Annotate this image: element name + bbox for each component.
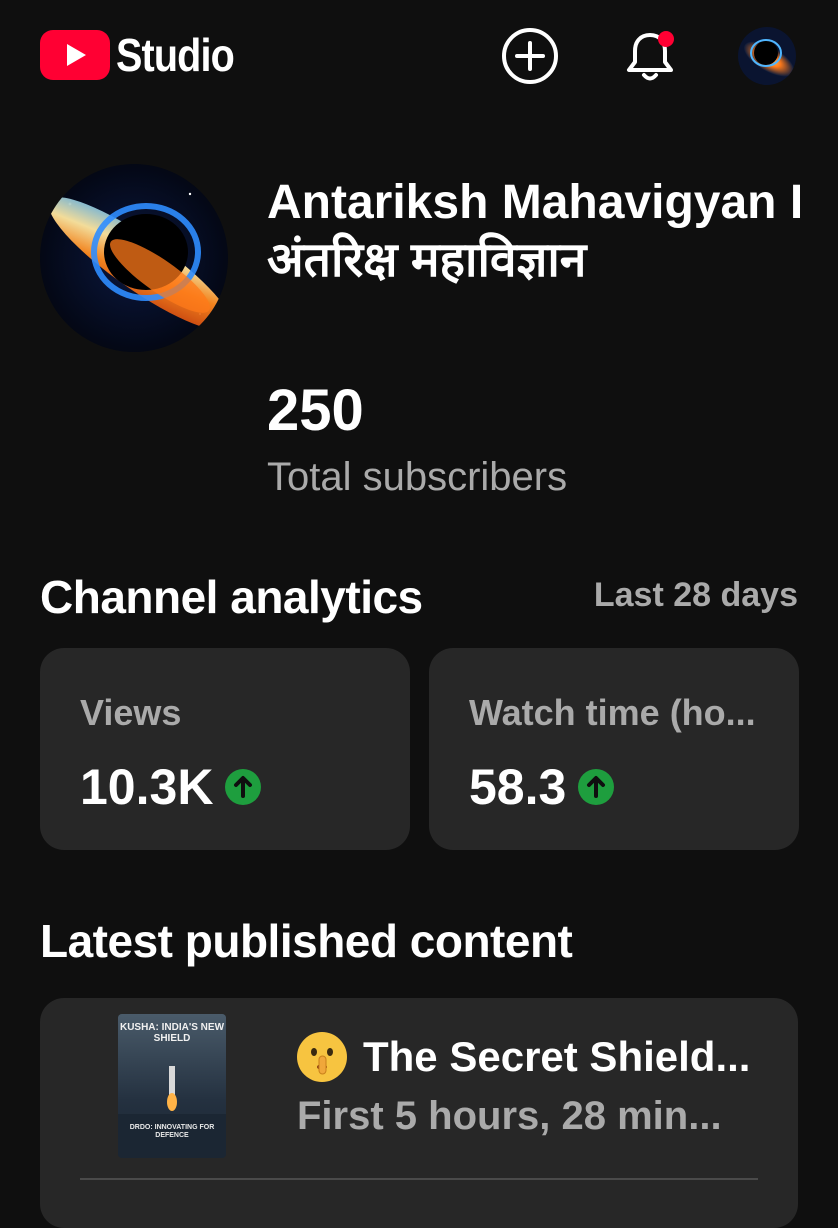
thumbnail-title-text: KUSHA: INDIA'S NEW SHIELD <box>119 1022 225 1044</box>
subscriber-count: 250 <box>267 378 364 443</box>
notification-dot <box>658 31 674 47</box>
black-hole-avatar-image <box>738 27 796 85</box>
video-performance: First 5 hours, 28 min... <box>297 1094 722 1138</box>
channel-avatar[interactable] <box>40 164 228 352</box>
latest-video-card[interactable]: KUSHA: INDIA'S NEW SHIELD DRDO: INNOVATI… <box>40 998 798 1228</box>
thumbnail-subtitle-text: DRDO: INNOVATING FOR DEFENCE <box>129 1124 215 1139</box>
divider <box>80 1178 758 1180</box>
arrow-up-icon <box>578 769 615 805</box>
shushing-face-emoji <box>297 1032 347 1082</box>
black-hole-avatar-image <box>40 164 228 352</box>
views-label: Views <box>80 692 182 733</box>
channel-name: Antariksh Mahavigyan I अंतरिक्ष महाविज्ञ… <box>267 176 804 287</box>
video-thumbnail[interactable]: KUSHA: INDIA'S NEW SHIELD DRDO: INNOVATI… <box>118 1014 226 1158</box>
account-avatar[interactable] <box>738 27 796 85</box>
youtube-play-icon <box>40 30 110 80</box>
plus-circle-icon <box>502 28 558 84</box>
youtube-studio-logo[interactable]: Studio <box>40 27 253 83</box>
bell-icon <box>627 31 674 81</box>
arrow-up-icon <box>225 769 262 805</box>
analytics-heading: Channel analytics <box>40 571 423 623</box>
watch-time-label: Watch time (ho... <box>469 692 756 733</box>
views-value: 10.3K <box>80 759 214 815</box>
top-bar: Studio <box>0 0 838 112</box>
latest-content-heading: Latest published content <box>40 915 573 967</box>
subscriber-label: Total subscribers <box>267 455 568 499</box>
notifications-button[interactable] <box>620 26 680 86</box>
analytics-period: Last 28 days <box>593 576 798 614</box>
video-title: The Secret Shield... <box>363 1033 751 1080</box>
views-card[interactable]: Views 10.3K <box>40 648 410 850</box>
watch-time-card[interactable]: Watch time (ho... 58.3 <box>429 648 799 850</box>
create-button[interactable] <box>500 26 560 86</box>
app-title: Studio <box>116 29 235 81</box>
watch-time-value: 58.3 <box>469 759 567 815</box>
